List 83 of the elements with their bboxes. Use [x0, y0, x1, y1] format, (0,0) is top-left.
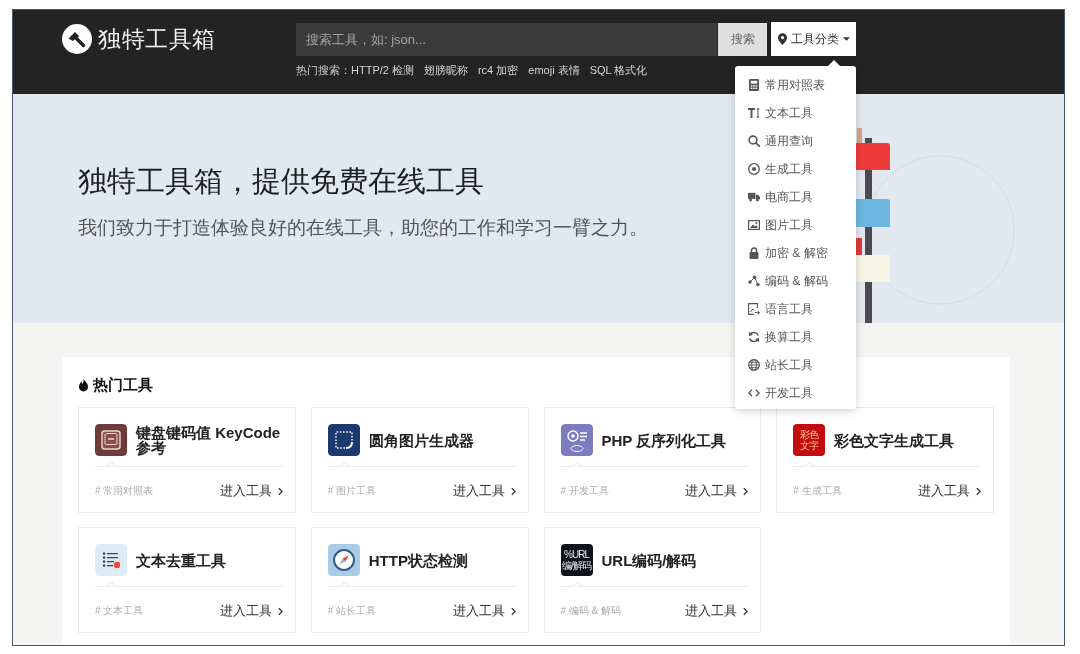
menu-item[interactable]: 电商工具 [735, 183, 856, 211]
text-height-icon [748, 107, 760, 119]
tool-card[interactable]: %URL 编/解码 URL编码/解码 # 编码 & 解码 进入工具 [543, 527, 762, 633]
enter-tool-link[interactable]: 进入工具 [219, 602, 283, 620]
image-icon [748, 219, 760, 231]
hero-title: 独特工具箱，提供免费在线工具 [78, 164, 485, 199]
menu-item[interactable]: 站长工具 [735, 351, 856, 379]
enter-tool-link[interactable]: 进入工具 [685, 482, 749, 500]
menu-item[interactable]: 文本工具 [735, 99, 856, 127]
truck-icon [748, 191, 760, 203]
tool-card[interactable]: PHP 反序列化工具 # 开发工具 进入工具 [543, 407, 762, 513]
globe-icon [748, 359, 760, 371]
chevron-right-icon [277, 606, 283, 616]
chevron-right-icon [976, 486, 981, 496]
menu-item[interactable]: 通用查询 [735, 127, 856, 155]
hero-subtitle: 我们致力于打造体验良好的在线工具，助您的工作和学习一臂之力。 [78, 216, 648, 240]
square-arrow-icon [748, 303, 760, 315]
keycap-icon [95, 424, 127, 456]
chevron-right-icon [510, 486, 516, 496]
section-title: 热门工具 [93, 375, 153, 395]
category-button[interactable]: 工具分类 [771, 22, 856, 56]
tool-card[interactable]: HTTP状态检测 # 站长工具 进入工具 [310, 527, 529, 633]
chevron-right-icon [743, 486, 749, 496]
menu-item[interactable]: 图片工具 [735, 211, 856, 239]
enter-tool-link[interactable]: 进入工具 [685, 602, 749, 620]
menu-item[interactable]: 加密 & 解密 [735, 239, 856, 267]
tool-title: 文本去重工具 [136, 552, 227, 568]
hot-search-link[interactable]: HTTP/2 检测 [351, 63, 414, 77]
enter-tool-link[interactable]: 进入工具 [918, 482, 981, 500]
enter-tool-link[interactable]: 进入工具 [452, 602, 516, 620]
chevron-right-icon [743, 606, 749, 616]
search-field[interactable]: 搜索工具，如: json... [296, 22, 717, 56]
tool-title: PHP 反序列化工具 [601, 432, 728, 448]
category-tag: # 常用对照表 [95, 484, 154, 498]
circle-lines-icon [560, 424, 593, 456]
menu-item[interactable]: 换算工具 [735, 323, 856, 351]
logo-badge: 彩色 文字 [793, 424, 826, 456]
hammer-icon [62, 23, 92, 54]
connected-dots-icon [748, 275, 760, 287]
enter-tool-link[interactable]: 进入工具 [452, 482, 516, 500]
tool-title: 彩色文字生成工具 [834, 432, 956, 448]
rounded-corner-icon [327, 424, 360, 456]
list-icon [95, 544, 127, 576]
dot-circle-icon [748, 163, 760, 175]
category-tag: # 图片工具 [327, 484, 377, 498]
tool-card[interactable]: 键盘键码值 KeyCode 参考 # 常用对照表 进入工具 [78, 407, 296, 513]
chevron-right-icon [510, 606, 516, 616]
category-tag: # 文本工具 [95, 604, 144, 618]
menu-item[interactable]: 语言工具 [735, 295, 856, 323]
menu-item[interactable]: 开发工具 [735, 379, 856, 407]
tool-title: HTTP状态检测 [368, 552, 469, 568]
chevron-right-icon [277, 486, 283, 496]
category-tag: # 编码 & 解码 [560, 604, 622, 618]
compass-icon [327, 544, 360, 576]
code-icon [748, 387, 760, 399]
map-pin-icon [777, 33, 787, 45]
hot-search-link[interactable]: rc4 加密 [477, 63, 519, 77]
fire-icon [78, 378, 89, 392]
calculator-icon [748, 79, 760, 91]
tool-title: 圆角图片生成器 [368, 432, 475, 448]
menu-item[interactable]: 编码 & 解码 [735, 267, 856, 295]
hot-search-label: 热门搜索： [296, 63, 351, 77]
search-icon [748, 135, 760, 147]
caret-icon [842, 37, 850, 41]
menu-item[interactable]: 常用对照表 [735, 71, 856, 99]
search-button[interactable]: 搜索 [718, 22, 767, 56]
hot-search-link[interactable]: SQL 格式化 [589, 63, 648, 77]
logo-badge: %URL 编/解码 [560, 544, 593, 576]
tool-card[interactable]: 圆角图片生成器 # 图片工具 进入工具 [310, 407, 529, 513]
hot-search-link[interactable]: emoji 表情 [528, 63, 580, 77]
tool-title: 键盘键码值 KeyCode 参考 [136, 425, 282, 455]
tool-card[interactable]: 文本去重工具 # 文本工具 进入工具 [78, 527, 296, 633]
logo-text: 独特工具箱 [98, 24, 216, 54]
tool-card[interactable]: 彩色 文字 彩色文字生成工具 # 生成工具 进入工具 [776, 407, 994, 513]
enter-tool-link[interactable]: 进入工具 [219, 482, 283, 500]
category-tag: # 开发工具 [560, 484, 609, 498]
category-tag: # 站长工具 [327, 604, 377, 618]
tool-title: URL编码/解码 [601, 552, 698, 568]
category-tag: # 生成工具 [793, 484, 842, 498]
refresh-icon [748, 331, 760, 343]
hot-search-link[interactable]: 翅膀昵称 [423, 63, 468, 77]
lock-icon [748, 247, 760, 259]
menu-item[interactable]: 生成工具 [735, 155, 856, 183]
